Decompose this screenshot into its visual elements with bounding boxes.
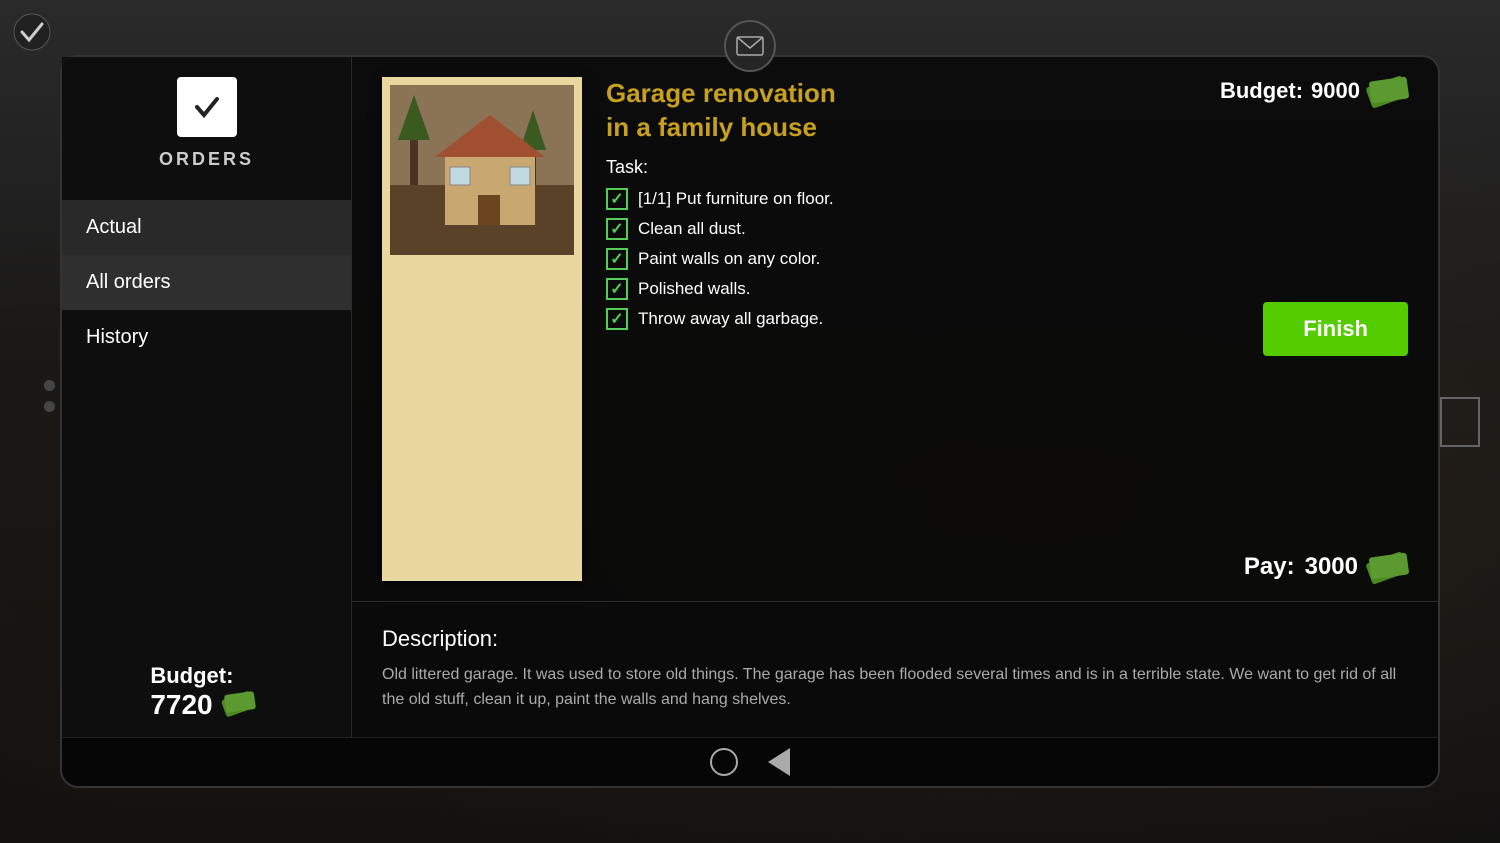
task-label: Task: (606, 157, 1184, 178)
order-budget-display: Budget: 9000 (1220, 77, 1408, 105)
pay-section: Pay: 3000 (1244, 553, 1408, 581)
task-check-4: ✓ (606, 278, 628, 300)
sidebar-item-actual[interactable]: Actual (62, 200, 351, 255)
task-check-5: ✓ (606, 308, 628, 330)
sidebar-budget-amount: 7720 (150, 689, 262, 721)
sidebar-item-all-orders[interactable]: All orders (62, 255, 351, 310)
email-icon[interactable] (724, 20, 776, 72)
order-detail-panel: Garage renovation in a family house Task… (352, 57, 1438, 602)
sidebar-budget-label: Budget: (150, 663, 262, 689)
email-icon-wrap[interactable] (724, 20, 776, 72)
task-item-3: ✓ Paint walls on any color. (606, 248, 1184, 270)
sidebar-item-history[interactable]: History (62, 310, 351, 365)
sidebar-budget-section: Budget: 7720 (126, 639, 286, 737)
order-title: Garage renovation in a family house (606, 77, 1184, 145)
edge-button[interactable] (1440, 397, 1480, 447)
nav-back-button[interactable] (768, 748, 790, 776)
tablet-content: ORDERS Actual All orders History Budget:… (62, 57, 1438, 737)
task-check-3: ✓ (606, 248, 628, 270)
task-item-4: ✓ Polished walls. (606, 278, 1184, 300)
task-list: ✓ [1/1] Put furniture on floor. ✓ Clean … (606, 188, 1184, 330)
task-check-1: ✓ (606, 188, 628, 210)
task-item-1: ✓ [1/1] Put furniture on floor. (606, 188, 1184, 210)
side-dot-1 (44, 380, 55, 391)
finish-button[interactable]: Finish (1263, 302, 1408, 356)
description-label: Description: (382, 626, 1408, 652)
orders-title: ORDERS (159, 149, 254, 170)
orders-icon (177, 77, 237, 137)
top-checkmark-badge (12, 12, 52, 52)
budget-money-icon (1368, 77, 1408, 105)
nav-home-button[interactable] (710, 748, 738, 776)
side-dots (44, 380, 55, 412)
order-right-panel: Budget: 9000 Finish Pay: 3000 (1208, 77, 1408, 581)
task-item-5: ✓ Throw away all garbage. (606, 308, 1184, 330)
task-check-2: ✓ (606, 218, 628, 240)
side-dot-2 (44, 401, 55, 412)
main-content: Garage renovation in a family house Task… (352, 57, 1438, 737)
description-text: Old littered garage. It was used to stor… (382, 662, 1408, 713)
sidebar: ORDERS Actual All orders History Budget:… (62, 57, 352, 737)
house-photo (390, 85, 574, 255)
tablet-screen: ORDERS Actual All orders History Budget:… (60, 55, 1440, 788)
pay-money-icon (1368, 553, 1408, 581)
order-photo (382, 77, 582, 581)
sidebar-nav: Actual All orders History (62, 200, 351, 365)
tablet-nav-bar (62, 737, 1438, 786)
description-panel: Description: Old littered garage. It was… (352, 602, 1438, 737)
order-info: Garage renovation in a family house Task… (606, 77, 1184, 581)
sidebar-money-icon (223, 691, 263, 719)
task-item-2: ✓ Clean all dust. (606, 218, 1184, 240)
